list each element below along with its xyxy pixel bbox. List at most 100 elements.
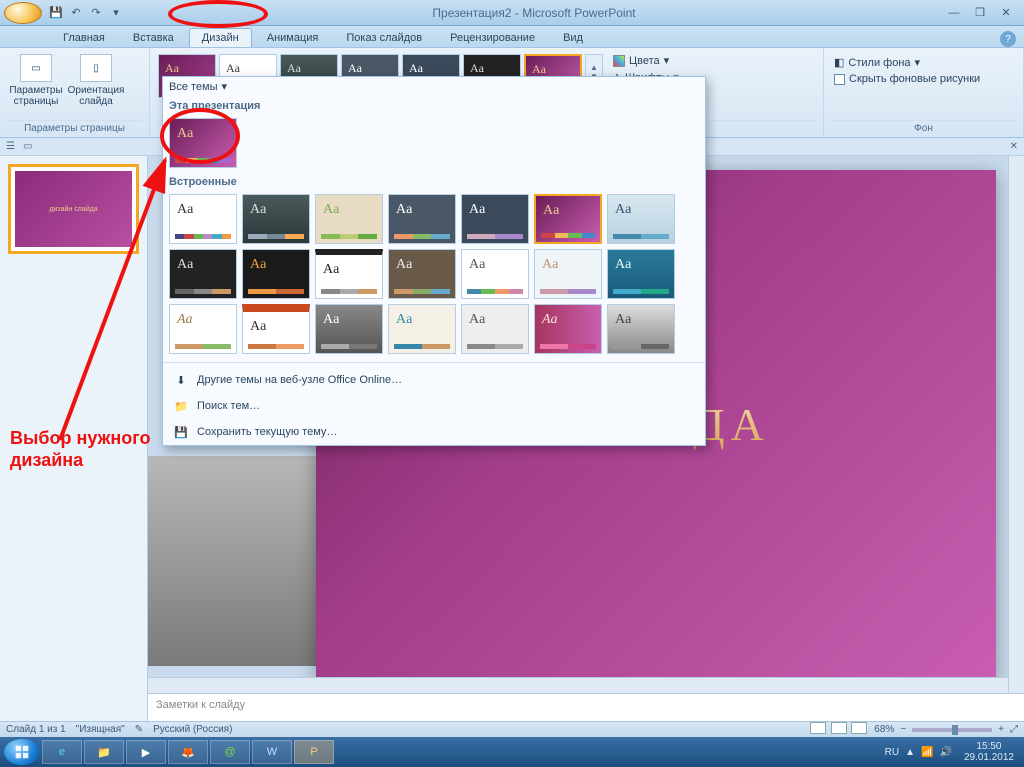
- theme-item[interactable]: Aa: [242, 249, 310, 299]
- help-icon[interactable]: ?: [1000, 31, 1016, 47]
- vertical-scrollbar[interactable]: [1008, 156, 1024, 693]
- windows-taskbar: e 📁 ▶ 🦊 @ W P RU ▲ 📶 🔊 15:50 29.01.2012: [0, 737, 1024, 767]
- status-bar: Слайд 1 из 1 "Изящная" ✎ Русский (Россия…: [0, 721, 1024, 737]
- save-icon[interactable]: 💾: [48, 5, 64, 21]
- theme-item[interactable]: Aa: [534, 249, 602, 299]
- theme-item[interactable]: Aa: [461, 249, 529, 299]
- theme-item[interactable]: Aa: [315, 249, 383, 299]
- theme-item[interactable]: Aa: [242, 304, 310, 354]
- theme-item[interactable]: Aa: [315, 304, 383, 354]
- slide-orientation-button[interactable]: ▯ Ориентация слайда: [66, 50, 126, 120]
- slides-tab-icon[interactable]: ▭: [23, 141, 32, 152]
- browse-themes[interactable]: 📁Поиск тем…: [163, 393, 705, 419]
- tab-view[interactable]: Вид: [550, 28, 596, 47]
- page-setup-button[interactable]: ▭ Параметры страницы: [6, 50, 66, 120]
- notes-pane[interactable]: Заметки к слайду: [148, 693, 1024, 721]
- tray-lang[interactable]: RU: [885, 747, 899, 758]
- theme-item[interactable]: Aa: [461, 304, 529, 354]
- theme-item[interactable]: Aa: [169, 194, 237, 244]
- theme-item-current[interactable]: Aa: [169, 118, 237, 168]
- theme-item[interactable]: Aa: [242, 194, 310, 244]
- tray-network-icon[interactable]: 📶: [921, 747, 933, 758]
- download-icon: ⬇: [173, 372, 189, 388]
- theme-item[interactable]: Aa: [315, 194, 383, 244]
- theme-item[interactable]: Aa: [169, 249, 237, 299]
- orientation-icon: ▯: [80, 54, 112, 82]
- save-icon: 💾: [173, 424, 189, 440]
- window-title: Презентация2 - Microsoft PowerPoint: [124, 6, 944, 20]
- qat-more-icon[interactable]: ▾: [108, 5, 124, 21]
- section-this-presentation: Эта презентация: [163, 96, 705, 114]
- folder-icon: 📁: [173, 398, 189, 414]
- theme-name-status: "Изящная": [76, 724, 125, 735]
- task-mail[interactable]: @: [210, 740, 250, 764]
- tab-insert[interactable]: Вставка: [120, 28, 187, 47]
- spellcheck-icon[interactable]: ✎: [135, 724, 143, 735]
- chevron-down-icon: ▾: [222, 80, 228, 93]
- slide-thumbnails-pane: 1 дизайн слайда: [0, 156, 148, 721]
- tray-clock[interactable]: 15:50 29.01.2012: [958, 741, 1020, 763]
- theme-item-selected[interactable]: Aa: [534, 194, 602, 244]
- theme-item[interactable]: Aa: [607, 249, 675, 299]
- tab-slideshow[interactable]: Показ слайдов: [333, 28, 435, 47]
- theme-item[interactable]: Aa: [388, 249, 456, 299]
- theme-item[interactable]: Aa: [388, 194, 456, 244]
- redo-icon[interactable]: ↷: [88, 5, 104, 21]
- bg-styles-icon: ◧: [834, 56, 844, 69]
- system-tray: RU ▲ 📶 🔊 15:50 29.01.2012: [885, 741, 1020, 763]
- tab-animation[interactable]: Анимация: [254, 28, 332, 47]
- zoom-percent[interactable]: 68%: [874, 724, 894, 735]
- slideshow-view-button[interactable]: [851, 722, 867, 734]
- theme-item[interactable]: Aa: [388, 304, 456, 354]
- outline-tab-icon[interactable]: ☰: [6, 141, 15, 152]
- horizontal-scrollbar[interactable]: [148, 677, 1008, 693]
- theme-item[interactable]: Aa: [607, 194, 675, 244]
- theme-item[interactable]: Aa: [607, 304, 675, 354]
- close-button[interactable]: ✕: [996, 6, 1016, 20]
- all-themes-header[interactable]: Все темы ▾: [163, 77, 705, 96]
- tab-review[interactable]: Рецензирование: [437, 28, 548, 47]
- theme-item[interactable]: Aa: [534, 304, 602, 354]
- task-powerpoint[interactable]: P: [294, 740, 334, 764]
- tray-flag-icon[interactable]: ▲: [905, 747, 915, 758]
- group-label-page-setup: Параметры страницы: [6, 120, 143, 135]
- task-ie[interactable]: e: [42, 740, 82, 764]
- zoom-in-button[interactable]: +: [998, 724, 1004, 735]
- quick-access-toolbar: 💾 ↶ ↷ ▾: [48, 5, 124, 21]
- page-setup-icon: ▭: [20, 54, 52, 82]
- tab-home[interactable]: Главная: [50, 28, 118, 47]
- minimize-button[interactable]: —: [944, 6, 964, 20]
- fit-to-window-button[interactable]: ⤢: [1010, 724, 1018, 735]
- ribbon-tabs: Главная Вставка Дизайн Анимация Показ сл…: [0, 26, 1024, 48]
- normal-view-button[interactable]: [810, 722, 826, 734]
- save-current-theme[interactable]: 💾Сохранить текущую тему…: [163, 419, 705, 445]
- background-styles-button[interactable]: ◧Стили фона ▾: [830, 54, 1017, 71]
- zoom-slider[interactable]: [912, 728, 992, 732]
- tray-volume-icon[interactable]: 🔊: [939, 747, 951, 758]
- language-status[interactable]: Русский (Россия): [153, 724, 232, 735]
- theme-item[interactable]: Aa: [461, 194, 529, 244]
- maximize-button[interactable]: ❐: [970, 6, 990, 20]
- colors-icon: [613, 55, 625, 67]
- start-button[interactable]: [4, 739, 40, 765]
- sorter-view-button[interactable]: [831, 722, 847, 734]
- office-online-themes[interactable]: ⬇Другие темы на веб-узле Office Online…: [163, 367, 705, 393]
- builtin-themes-grid: Aa Aa Aa Aa Aa Aa Aa Aa Aa Aa Aa Aa Aa A…: [163, 190, 705, 358]
- tab-design[interactable]: Дизайн: [189, 28, 252, 47]
- slide-counter: Слайд 1 из 1: [6, 724, 66, 735]
- task-firefox[interactable]: 🦊: [168, 740, 208, 764]
- zoom-out-button[interactable]: −: [900, 724, 906, 735]
- office-button[interactable]: [4, 2, 42, 24]
- task-word[interactable]: W: [252, 740, 292, 764]
- close-pane-icon[interactable]: ✕: [1010, 141, 1018, 152]
- checkbox-icon: [834, 74, 845, 85]
- thumb-title-text: дизайн слайда: [15, 171, 132, 247]
- task-explorer[interactable]: 📁: [84, 740, 124, 764]
- undo-icon[interactable]: ↶: [68, 5, 84, 21]
- task-media[interactable]: ▶: [126, 740, 166, 764]
- themes-dropdown-panel: Все темы ▾ Эта презентация Aa Встроенные…: [162, 76, 706, 446]
- colors-button[interactable]: Цвета ▾: [609, 52, 690, 69]
- theme-item[interactable]: Aa: [169, 304, 237, 354]
- hide-bg-graphics-checkbox[interactable]: Скрыть фоновые рисунки: [830, 71, 1017, 87]
- slide-thumbnail[interactable]: дизайн слайда: [8, 164, 139, 254]
